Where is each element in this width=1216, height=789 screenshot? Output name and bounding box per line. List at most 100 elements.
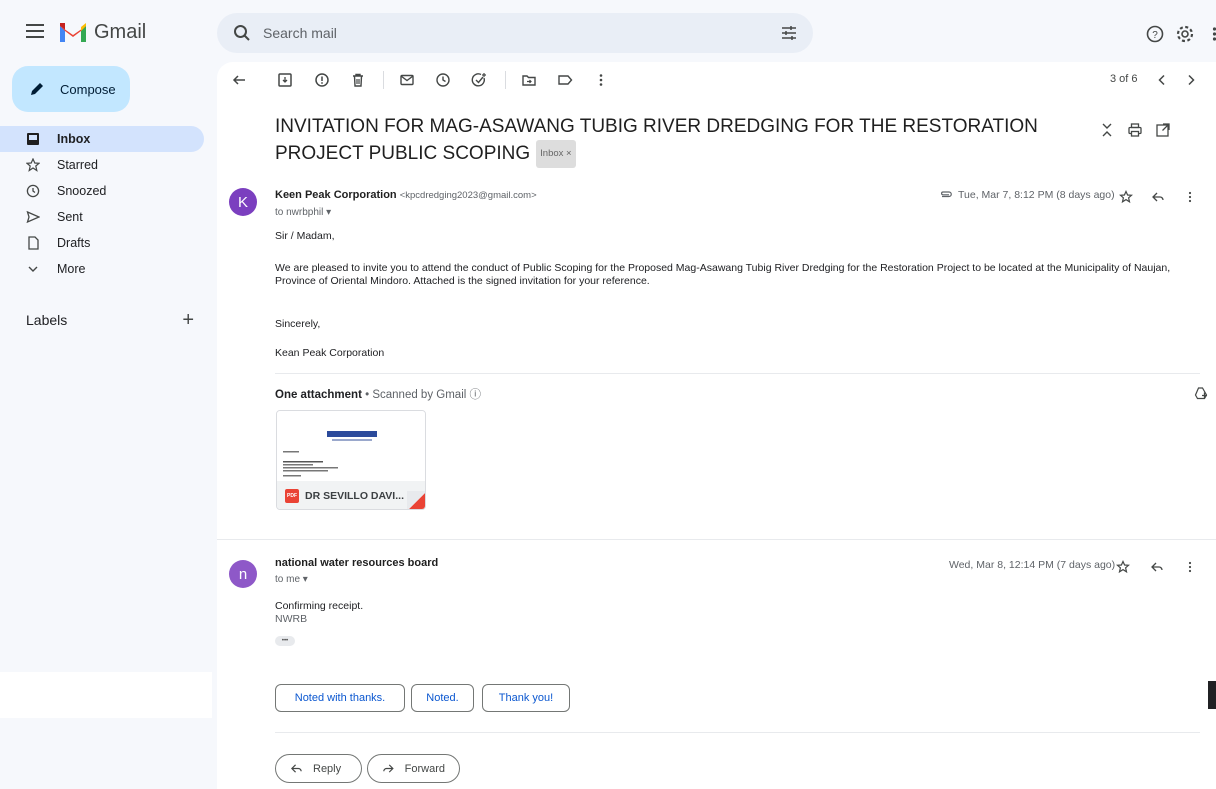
message-body: We are pleased to invite you to attend t… (275, 262, 1171, 287)
nav-list: Inbox Starred Snoozed Sent Drafts More (0, 126, 204, 282)
older-chevron-right-icon[interactable] (1183, 72, 1199, 88)
sidebar: Compose Inbox Starred Snoozed Sent Draft… (0, 66, 212, 789)
attachment-footer: PDF DR SEVILLO DAVI... (277, 481, 425, 509)
attachment-divider (275, 373, 1200, 374)
star-icon[interactable] (1116, 560, 1130, 574)
sender-name[interactable]: Keen Peak Corporation (275, 189, 397, 201)
more-vertical-icon[interactable] (1183, 560, 1197, 574)
report-spam-icon[interactable] (314, 72, 330, 88)
compose-button[interactable]: Compose (12, 66, 130, 112)
forward-button[interactable]: Forward (367, 754, 460, 783)
toolbar-divider (383, 71, 384, 89)
newer-chevron-left-icon[interactable] (1154, 72, 1170, 88)
scanned-by-gmail: • Scanned by Gmail ⓘ (361, 389, 481, 401)
gmail-logo[interactable]: Gmail (58, 20, 146, 44)
forward-label: Forward (404, 762, 445, 775)
sidebar-item-label: Snoozed (57, 184, 107, 198)
reply-arrow-icon[interactable] (1150, 560, 1164, 574)
app-name: Gmail (94, 20, 147, 43)
search-options-icon[interactable] (781, 25, 797, 41)
message-greeting: Sir / Madam, (275, 230, 335, 242)
message-view: 3 of 6 INVITATION FOR MAG-ASAWANG TUBIG … (217, 62, 1216, 789)
smart-reply-thank-you[interactable]: Thank you! (482, 684, 570, 712)
back-arrow-icon[interactable] (231, 72, 247, 88)
attachment-filename: DR SEVILLO DAVI... (305, 490, 404, 502)
star-icon[interactable] (1119, 190, 1133, 204)
move-to-folder-icon[interactable] (521, 72, 537, 88)
inbox-label-chip[interactable]: Inbox × (536, 140, 576, 168)
side-panel-edge (1208, 681, 1216, 709)
sidebar-item-label: Inbox (57, 132, 91, 146)
smart-reply-noted[interactable]: Noted. (411, 684, 474, 712)
create-label-plus-icon[interactable]: + (182, 310, 194, 330)
sidebar-item-drafts[interactable]: Drafts (0, 230, 204, 256)
message-separator (217, 539, 1216, 540)
delete-trash-icon[interactable] (350, 72, 366, 88)
sidebar-item-starred[interactable]: Starred (0, 152, 204, 178)
paperclip-icon (941, 191, 952, 198)
mark-unread-mail-icon[interactable] (399, 72, 415, 88)
toolbar-divider (505, 71, 506, 89)
forward-arrow-icon (383, 764, 394, 773)
message-closing: Sincerely, (275, 318, 321, 330)
svg-text:?: ? (1152, 30, 1158, 41)
message-signature: Kean Peak Corporation (275, 347, 385, 359)
settings-gear-icon[interactable] (1176, 25, 1194, 43)
print-icon[interactable] (1127, 122, 1143, 138)
sidebar-item-inbox[interactable]: Inbox (0, 126, 204, 152)
sidebar-item-snoozed[interactable]: Snoozed (0, 178, 204, 204)
attachment-card[interactable]: PDF DR SEVILLO DAVI... (276, 410, 426, 510)
chevron-down-icon (26, 262, 40, 276)
more-vertical-icon[interactable] (1183, 190, 1197, 204)
thread-subject: INVITATION FOR MAG-ASAWANG TUBIG RIVER D… (275, 114, 1115, 168)
main-menu-icon[interactable] (26, 24, 44, 38)
recipient-dropdown[interactable]: to me ▾ (275, 574, 308, 585)
attachment-count: One attachment (275, 389, 362, 401)
gmail-app: Gmail ? (0, 0, 1216, 789)
collapse-all-icon[interactable] (1099, 122, 1115, 138)
show-trimmed-content-button[interactable]: ••• (275, 636, 295, 646)
message-date: Tue, Mar 7, 8:12 PM (8 days ago) (958, 189, 1115, 201)
top-bar: Gmail ? (0, 0, 1216, 66)
reply-label: Reply (313, 762, 342, 775)
search-icon[interactable] (233, 24, 251, 42)
smart-reply-noted-with-thanks[interactable]: Noted with thanks. (275, 684, 405, 712)
sender-line: Keen Peak Corporation <kpcdredging2023@g… (275, 189, 537, 201)
reply-actions-divider (275, 732, 1200, 733)
open-new-window-icon[interactable] (1155, 122, 1171, 138)
help-icon[interactable]: ? (1146, 25, 1164, 43)
archive-icon[interactable] (277, 72, 293, 88)
sidebar-item-label: Sent (57, 210, 83, 224)
more-vertical-icon[interactable] (593, 72, 609, 88)
pencil-icon (31, 83, 43, 95)
add-to-tasks-icon[interactable] (471, 72, 487, 88)
reply-arrow-icon[interactable] (1151, 190, 1165, 204)
snooze-clock-icon[interactable] (435, 72, 451, 88)
reply-body-line: Confirming receipt. (275, 600, 364, 612)
reply-button[interactable]: Reply (275, 754, 362, 783)
sender-line: national water resources board (275, 557, 438, 569)
pdf-file-icon: PDF (285, 489, 299, 503)
compose-label: Compose (60, 81, 116, 97)
sender-name[interactable]: national water resources board (275, 557, 438, 569)
sender-avatar[interactable]: K (229, 188, 257, 216)
sidebar-item-label: Starred (57, 158, 98, 172)
page-count: 3 of 6 (1110, 73, 1138, 85)
apps-grid-icon[interactable] (1207, 25, 1216, 43)
sidebar-item-more[interactable]: More (0, 256, 204, 282)
sender-avatar[interactable]: n (229, 560, 257, 588)
search-bar[interactable] (217, 13, 813, 53)
page-fold-corner-icon (407, 491, 425, 509)
attachment-preview (277, 411, 425, 481)
gmail-m-icon (60, 23, 86, 42)
reply-arrow-icon (291, 764, 302, 773)
sender-email: <kpcdredging2023@gmail.com> (399, 190, 537, 201)
message-toolbar: 3 of 6 (217, 62, 1216, 98)
recipient-dropdown[interactable]: to nwrbphil ▾ (275, 207, 331, 218)
draft-icon (26, 236, 40, 250)
add-to-drive-icon[interactable] (1194, 386, 1208, 400)
sidebar-item-sent[interactable]: Sent (0, 204, 204, 230)
sidebar-blank-panel (0, 672, 212, 718)
label-tag-icon[interactable] (557, 72, 573, 88)
search-input[interactable] (263, 25, 743, 41)
